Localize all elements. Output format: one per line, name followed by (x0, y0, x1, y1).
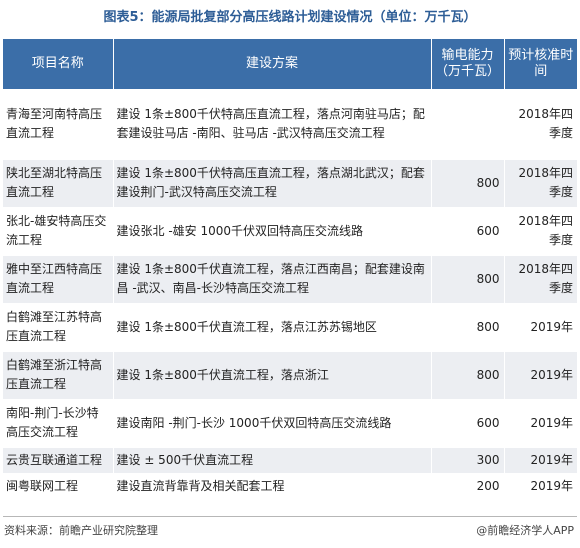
cell-project-name: 雅中至江西特高压直流工程 (3, 255, 114, 304)
table-row: 白鹤滩至江苏特高压直流工程 建设 1条±800千伏直流工程，落点江苏苏锡地区 8… (3, 303, 577, 352)
cell-approval-time: 2018年四季度 (504, 255, 577, 304)
cell-plan: 建设 1条±800千伏直流工程，落点浙江 (113, 351, 432, 400)
cell-plan: 建设 1条±800千伏直流工程，落点江西南昌；配套建设南昌 -武汉、南昌-长沙特… (113, 255, 432, 304)
table-row: 张北-雄安特高压交流工程 建设张北 -雄安 1000千伏双回特高压交流线路 60… (3, 207, 577, 256)
figure-title: 图表5：能源局批复部分高压线路计划建设情况（单位：万千瓦） (103, 10, 477, 25)
projects-table: 项目名称 建设方案 输电能力（万千瓦） 预计核准时间 青海至河南特高压直流工程 … (3, 39, 577, 500)
cell-capacity: 600 (431, 399, 505, 448)
cell-plan: 建设直流背靠背及相关配套工程 (113, 473, 432, 500)
cell-plan: 建设 1条±800千伏特高压直流工程，落点湖北武汉；配套建设荆门-武汉特高压交流… (113, 159, 432, 208)
footer-divider (3, 516, 577, 517)
cell-plan: 建设 1条±800千伏直流工程，落点江苏苏锡地区 (113, 303, 432, 352)
cell-plan: 建设南阳 -荆门-长沙 1000千伏双回特高压交流线路 (113, 399, 432, 448)
cell-project-name: 白鹤滩至浙江特高压直流工程 (3, 351, 114, 400)
table-row: 闽粤联网工程 建设直流背靠背及相关配套工程 200 2019年 (3, 473, 577, 500)
cell-approval-time: 2019年 (504, 473, 577, 500)
cell-capacity: 200 (431, 473, 505, 500)
cell-capacity: 800 (431, 159, 505, 208)
table-row: 青海至河南特高压直流工程 建设 1条±800千伏特高压直流工程，落点河南驻马店；… (3, 89, 577, 160)
cell-project-name: 张北-雄安特高压交流工程 (3, 207, 114, 256)
source-note: 资料来源：前瞻产业研究院整理 (4, 524, 158, 537)
cell-approval-time: 2019年 (504, 351, 577, 400)
cell-approval-time: 2018年四季度 (504, 89, 577, 160)
header-plan: 建设方案 (113, 39, 432, 89)
cell-approval-time: 2019年 (504, 303, 577, 352)
header-approval-time: 预计核准时间 (504, 39, 577, 89)
table-row: 云贵互联通道工程 建设 ± 500千伏直流工程 300 2019年 (3, 447, 577, 474)
brand-credit: @前瞻经济学人APP (476, 524, 574, 537)
table-row: 南阳-荆门-长沙特高压交流工程 建设南阳 -荆门-长沙 1000千伏双回特高压交… (3, 399, 577, 448)
cell-approval-time: 2018年四季度 (504, 159, 577, 208)
cell-project-name: 闽粤联网工程 (3, 473, 114, 500)
cell-plan: 建设 1条±800千伏特高压直流工程，落点河南驻马店；配套建设驻马店 -南阳、驻… (113, 89, 432, 160)
cell-project-name: 云贵互联通道工程 (3, 447, 114, 474)
header-project-name: 项目名称 (3, 39, 114, 89)
table-header-row: 项目名称 建设方案 输电能力（万千瓦） 预计核准时间 (3, 39, 577, 89)
cell-project-name: 白鹤滩至江苏特高压直流工程 (3, 303, 114, 352)
table-row: 雅中至江西特高压直流工程 建设 1条±800千伏直流工程，落点江西南昌；配套建设… (3, 255, 577, 304)
cell-project-name: 南阳-荆门-长沙特高压交流工程 (3, 399, 114, 448)
cell-project-name: 陕北至湖北特高压直流工程 (3, 159, 114, 208)
cell-plan: 建设张北 -雄安 1000千伏双回特高压交流线路 (113, 207, 432, 256)
table-row: 陕北至湖北特高压直流工程 建设 1条±800千伏特高压直流工程，落点湖北武汉；配… (3, 159, 577, 208)
cell-capacity (431, 89, 505, 160)
header-capacity: 输电能力（万千瓦） (431, 39, 505, 89)
cell-approval-time: 2019年 (504, 399, 577, 448)
cell-capacity: 800 (431, 303, 505, 352)
cell-capacity: 600 (431, 207, 505, 256)
cell-plan: 建设 ± 500千伏直流工程 (113, 447, 432, 474)
cell-approval-time: 2019年 (504, 447, 577, 474)
cell-project-name: 青海至河南特高压直流工程 (3, 89, 114, 160)
cell-capacity: 300 (431, 447, 505, 474)
table-row: 白鹤滩至浙江特高压直流工程 建设 1条±800千伏直流工程，落点浙江 800 2… (3, 351, 577, 400)
cell-capacity: 800 (431, 351, 505, 400)
cell-approval-time: 2018年四季度 (504, 207, 577, 256)
cell-capacity: 800 (431, 255, 505, 304)
